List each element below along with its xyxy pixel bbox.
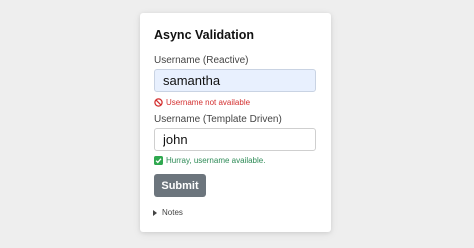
template-username-label: Username (Template Driven) (154, 114, 282, 125)
reactive-username-input[interactable] (154, 69, 316, 92)
disclosure-triangle-icon (153, 209, 157, 216)
async-validation-card: Async Validation Username (Reactive) Use… (140, 13, 331, 232)
check-mark-icon (154, 156, 163, 165)
reactive-username-label: Username (Reactive) (154, 55, 249, 66)
template-username-input[interactable] (154, 128, 316, 151)
template-username-success-text: Hurray, username available. (166, 156, 266, 165)
template-username-success: Hurray, username available. (154, 156, 265, 165)
notes-label: Notes (162, 208, 183, 217)
reactive-username-error: Username not available (154, 98, 250, 107)
submit-button[interactable]: Submit (154, 174, 206, 197)
prohibited-icon (154, 98, 163, 107)
reactive-username-error-text: Username not available (166, 98, 251, 107)
notes-disclosure[interactable]: Notes (153, 208, 183, 217)
form-title: Async Validation (154, 28, 255, 42)
